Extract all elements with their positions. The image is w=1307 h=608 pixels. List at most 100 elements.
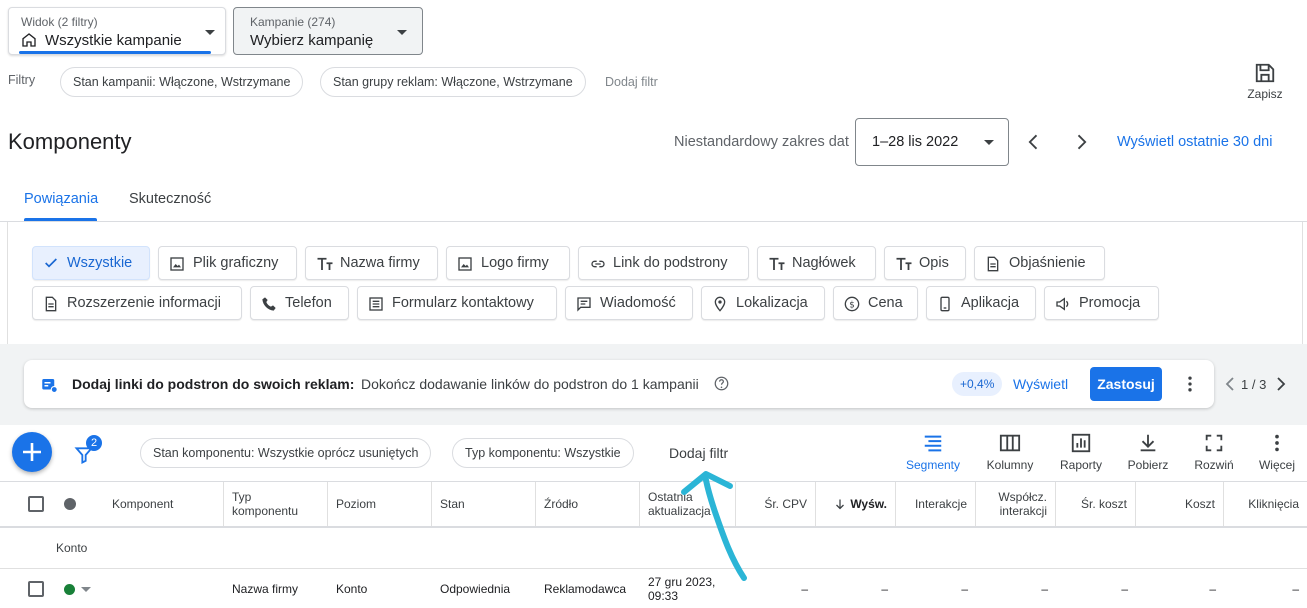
status-dropdown-chevron-icon[interactable] <box>81 587 91 592</box>
table-header-bottom-border <box>0 526 1307 528</box>
type-button-label: Telefon <box>285 295 332 311</box>
campaign-selector-label: Kampanie (274) <box>250 15 336 29</box>
type-button-lead-form[interactable]: Formularz kontaktowy <box>357 286 557 320</box>
recommendation-pager: 1 / 3 <box>1241 377 1267 392</box>
cell-component-type: Nazwa firmy <box>232 581 299 596</box>
filter-chip-component-type[interactable]: Typ komponentu: Wszystkie <box>452 438 634 468</box>
view-selector-value: Wszystkie kampanie <box>45 32 182 49</box>
type-button-phone[interactable]: Telefon <box>250 286 349 320</box>
type-button-promotion[interactable]: Promocja <box>1044 286 1159 320</box>
columns-icon <box>999 434 1021 452</box>
type-button-image[interactable]: Plik graficzny <box>158 246 297 280</box>
chevron-right-icon[interactable] <box>1275 377 1287 391</box>
status-dot-enabled[interactable] <box>64 584 75 595</box>
more-vert-icon <box>1275 434 1279 452</box>
type-button-location[interactable]: Lokalizacja <box>701 286 825 320</box>
type-button-logo[interactable]: Logo firmy <box>446 246 570 280</box>
column-header-cost[interactable]: Koszt <box>1136 482 1224 526</box>
column-header-interaction-rate[interactable]: Współcz. interakcji <box>976 482 1056 526</box>
save-label: Zapisz <box>1247 87 1283 101</box>
chevron-down-icon <box>984 140 994 145</box>
recommendation-icon <box>42 379 58 394</box>
type-button-label: Opis <box>919 255 949 271</box>
tab-associations[interactable]: Powiązania <box>24 190 98 208</box>
document-icon <box>45 296 57 312</box>
document-icon <box>987 256 999 272</box>
type-button-label: Logo firmy <box>481 255 549 271</box>
filter-chip-component-status[interactable]: Stan komponentu: Wszystkie oprócz usunię… <box>140 438 432 468</box>
select-all-checkbox[interactable] <box>28 496 44 512</box>
type-button-label: Aplikacja <box>961 295 1020 311</box>
type-button-label: Promocja <box>1079 295 1141 311</box>
recommendation-title: Dodaj linki do podstron do swoich reklam… <box>72 376 355 392</box>
column-header-impressions[interactable]: Wyśw. <box>816 482 896 526</box>
status-header-dot <box>64 498 76 510</box>
add-filter-link[interactable]: Dodaj filtr <box>669 445 728 461</box>
column-header-component[interactable]: Komponent <box>104 482 224 526</box>
add-filter-link[interactable]: Dodaj filtr <box>605 75 658 89</box>
expand-label: Rozwiń <box>1194 458 1234 472</box>
arrow-down-icon <box>836 499 845 510</box>
apply-button[interactable]: Zastosuj <box>1090 367 1162 401</box>
filter-chip-adgroup-status[interactable]: Stan grupy reklam: Włączone, Wstrzymane <box>320 67 586 97</box>
type-button-label: Wszystkie <box>67 255 133 271</box>
location-pin-icon <box>714 296 726 312</box>
view-selector[interactable]: Widok (2 filtry) Wszystkie kampanie <box>8 7 226 55</box>
chevron-down-icon <box>205 30 215 35</box>
type-button-app[interactable]: Aplikacja <box>926 286 1036 320</box>
type-button-business-name[interactable]: Nazwa firmy <box>305 246 438 280</box>
download-label: Pobierz <box>1127 458 1169 472</box>
column-header-avg-cost[interactable]: Śr. koszt <box>1056 482 1136 526</box>
last-30-days-link[interactable]: Wyświetl ostatnie 30 dni <box>1117 134 1272 150</box>
campaign-selector-value: Wybierz kampanię <box>250 32 374 49</box>
column-header-level[interactable]: Poziom <box>328 482 432 526</box>
type-button-label: Cena <box>868 295 903 311</box>
chevron-right-icon[interactable] <box>1071 132 1091 152</box>
type-button-label: Formularz kontaktowy <box>392 295 534 311</box>
add-fab-button[interactable] <box>12 432 52 472</box>
chevron-left-icon[interactable] <box>1024 132 1044 152</box>
view-recommendation-link[interactable]: Wyświetl <box>1013 376 1068 392</box>
filter-chip-campaign-status[interactable]: Stan kampanii: Włączone, Wstrzymane <box>60 67 304 97</box>
type-button-all[interactable]: Wszystkie <box>32 246 150 280</box>
column-header-status[interactable]: Stan <box>432 482 536 526</box>
cell-status: Odpowiednia <box>440 581 511 596</box>
row-checkbox[interactable] <box>28 581 44 597</box>
cell-impressions: – <box>881 581 888 596</box>
filter-button[interactable]: 2 <box>74 435 102 466</box>
type-button-headline[interactable]: Nagłówek <box>757 246 876 280</box>
more-button[interactable]: Więcej <box>1252 432 1302 472</box>
plus-icon <box>23 443 41 461</box>
date-range-selector[interactable]: 1–28 lis 2022 <box>855 118 1009 166</box>
tab-performance-label: Skuteczność <box>129 191 212 207</box>
type-button-structured-snippet[interactable]: Rozszerzenie informacji <box>32 286 242 320</box>
columns-button[interactable]: Kolumny <box>980 432 1040 472</box>
reports-button[interactable]: Raporty <box>1052 432 1110 472</box>
expand-button[interactable]: Rozwiń <box>1188 432 1240 472</box>
type-button-label: Lokalizacja <box>736 295 808 311</box>
type-button-description[interactable]: Opis <box>884 246 966 280</box>
link-icon <box>591 260 605 268</box>
tab-performance[interactable]: Skuteczność <box>129 190 211 208</box>
chevron-left-icon[interactable] <box>1224 377 1236 391</box>
help-icon[interactable] <box>714 376 729 391</box>
type-button-callout[interactable]: Objaśnienie <box>974 246 1105 280</box>
type-button-price[interactable]: $ Cena <box>833 286 918 320</box>
download-button[interactable]: Pobierz <box>1122 432 1174 472</box>
table-group-header: Konto <box>56 541 88 555</box>
campaign-selector[interactable]: Kampanie (274) Wybierz kampanię <box>233 7 423 55</box>
save-button[interactable]: Zapisz <box>1240 62 1290 101</box>
type-button-message[interactable]: Wiadomość <box>565 286 693 320</box>
save-icon <box>1255 63 1275 83</box>
column-header-source[interactable]: Źródło <box>536 482 640 526</box>
column-header-interactions[interactable]: Interakcje <box>896 482 976 526</box>
more-vert-icon[interactable] <box>1180 374 1200 394</box>
column-header-clicks[interactable]: Kliknięcia <box>1224 482 1307 526</box>
image-icon <box>458 257 472 271</box>
home-icon <box>22 33 36 47</box>
type-button-sitelink[interactable]: Link do podstrony <box>578 246 749 280</box>
segments-button[interactable]: Segmenty <box>900 432 966 472</box>
chevron-down-icon <box>397 30 407 35</box>
column-header-component-type[interactable]: Typ komponentu <box>224 482 328 526</box>
download-icon <box>1140 434 1156 452</box>
